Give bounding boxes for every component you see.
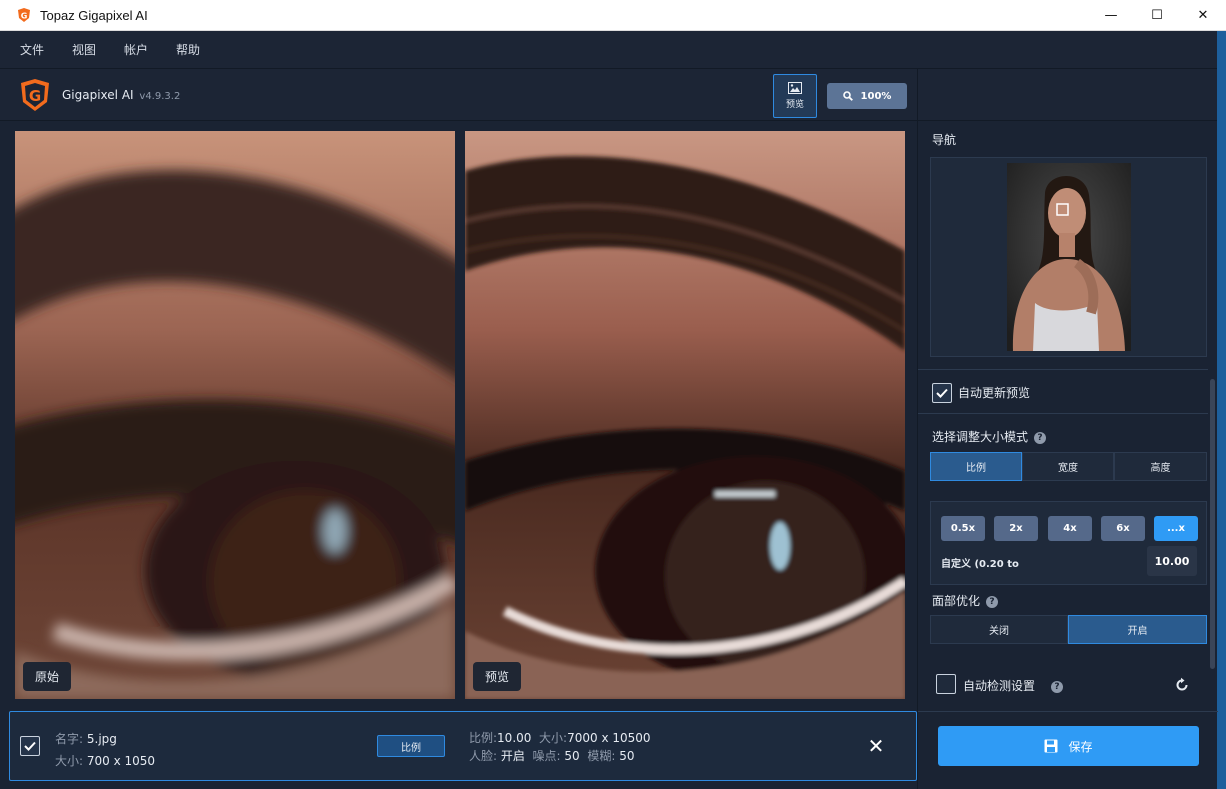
zoom-label: 100%	[860, 90, 892, 102]
navigation-title: 导航	[932, 133, 957, 147]
app-name: Gigapixel AI	[62, 88, 134, 102]
face-refinement-title: 面部优化?	[932, 592, 999, 609]
face-on-button[interactable]: 开启	[1068, 615, 1207, 644]
face-refinement-selector: 关闭 开启	[930, 615, 1207, 644]
scale-value: 10.00	[497, 731, 532, 745]
original-eye-image	[15, 131, 455, 699]
file-output-stats: 比例:10.00 大小:7000 x 10500	[469, 731, 651, 745]
file-name-value: 5.jpg	[86, 732, 117, 746]
auto-update-label: 自动更新预览	[958, 386, 1031, 400]
divider	[918, 413, 1208, 414]
file-size-value: 700 x 1050	[86, 754, 156, 768]
preview-label: 预览	[473, 662, 522, 691]
auto-update-checkbox[interactable]	[932, 383, 952, 403]
resize-mode-height[interactable]: 高度	[1114, 452, 1207, 481]
reset-icon[interactable]	[1174, 677, 1190, 693]
navigator-box[interactable]	[930, 157, 1207, 357]
scale-0-5x-button[interactable]: 0.5x	[941, 516, 985, 541]
divider	[918, 369, 1208, 370]
app-brand: Gigapixel AI v4.9.3.2	[62, 88, 180, 102]
output-size-value: 7000 x 10500	[567, 731, 651, 745]
svg-text:G: G	[21, 12, 28, 21]
window-title: Topaz Gigapixel AI	[40, 7, 148, 23]
file-select-checkbox[interactable]	[20, 736, 40, 756]
preview-toggle-label: 预览	[785, 100, 804, 110]
minimize-button[interactable]: —	[1088, 0, 1134, 31]
file-name: 名字: 5.jpg	[55, 732, 117, 746]
gigapixel-logo-icon: G	[21, 79, 49, 111]
save-label: 保存	[1068, 739, 1093, 754]
menu-view[interactable]: 视图	[72, 41, 96, 58]
menu-help[interactable]: 帮助	[176, 41, 200, 58]
menu-bar: 文件 视图 帐户 帮助	[0, 31, 1217, 69]
checkmark-icon	[24, 741, 36, 751]
scale-2x-button[interactable]: 2x	[994, 516, 1038, 541]
face-value: 开启	[500, 749, 525, 763]
help-icon[interactable]: ?	[1034, 431, 1047, 444]
app-header: G Gigapixel AI v4.9.3.2 预览 100%	[0, 69, 917, 121]
blur-value: 50	[619, 749, 635, 763]
auto-detect-checkbox[interactable]	[936, 674, 956, 694]
resize-mode-selector: 比例 宽度 高度	[930, 452, 1207, 481]
portrait-thumbnail	[1007, 163, 1131, 351]
noise-value: 50	[564, 749, 580, 763]
resize-mode-scale[interactable]: 比例	[930, 452, 1022, 481]
face-off-button[interactable]: 关闭	[930, 615, 1068, 644]
close-window-button[interactable]: ✕	[1180, 0, 1226, 31]
custom-scale-label: 自定义 (0.20 to	[941, 559, 1019, 570]
scale-options-box: 0.5x 2x 4x 6x ...x 自定义 (0.20 to 10.00	[930, 501, 1207, 585]
scale-custom-button[interactable]: ...x	[1154, 516, 1198, 541]
preview-eye-image	[465, 131, 905, 699]
desktop-edge	[1217, 31, 1226, 789]
remove-file-icon[interactable]: ✕	[866, 734, 886, 758]
settings-sidebar: 导航 自动更新预览 选择调整大小模式 ? 比例 宽度 高度 0.5x 2x 4x…	[917, 121, 1218, 789]
file-enhance-stats: 人脸: 开启 噪点: 50 模糊: 50	[469, 749, 635, 763]
file-mode-badge: 比例	[377, 735, 445, 757]
navigator-thumbnail[interactable]	[1007, 163, 1131, 351]
divider	[918, 711, 1218, 712]
save-button[interactable]: 保存	[938, 726, 1199, 766]
app-icon: G	[18, 8, 30, 22]
save-icon	[1044, 739, 1058, 753]
sidebar-header	[917, 69, 1217, 121]
resize-mode-title: 选择调整大小模式?	[932, 428, 1047, 445]
menu-file[interactable]: 文件	[20, 41, 44, 58]
scale-6x-button[interactable]: 6x	[1101, 516, 1145, 541]
maximize-button[interactable]: ☐	[1134, 0, 1180, 31]
zoom-button[interactable]: 100%	[827, 83, 907, 109]
svg-text:G: G	[29, 87, 41, 105]
menu-account[interactable]: 帐户	[124, 41, 148, 58]
help-icon[interactable]: ?	[1051, 680, 1064, 693]
sidebar-scrollbar[interactable]	[1210, 379, 1215, 669]
original-label: 原始	[23, 662, 72, 691]
original-image-panel[interactable]: 原始	[15, 131, 455, 699]
resize-mode-width[interactable]: 宽度	[1022, 452, 1114, 481]
title-bar: G Topaz Gigapixel AI — ☐ ✕	[0, 0, 1226, 31]
file-list-item[interactable]: 名字: 5.jpg 大小: 700 x 1050 比例 比例:10.00 大小:…	[9, 711, 917, 781]
app-version: v4.9.3.2	[139, 91, 181, 102]
checkmark-icon	[936, 388, 948, 398]
scale-4x-button[interactable]: 4x	[1048, 516, 1092, 541]
file-size: 大小: 700 x 1050	[55, 754, 156, 768]
preview-toggle-button[interactable]: 预览	[773, 74, 817, 118]
preview-image-panel[interactable]: 预览	[465, 131, 905, 699]
help-icon[interactable]: ?	[986, 595, 999, 608]
image-icon	[788, 82, 802, 94]
auto-detect-label: 自动检测设置?	[963, 677, 1064, 694]
custom-scale-input[interactable]: 10.00	[1147, 546, 1197, 576]
magnifier-icon	[842, 91, 853, 101]
